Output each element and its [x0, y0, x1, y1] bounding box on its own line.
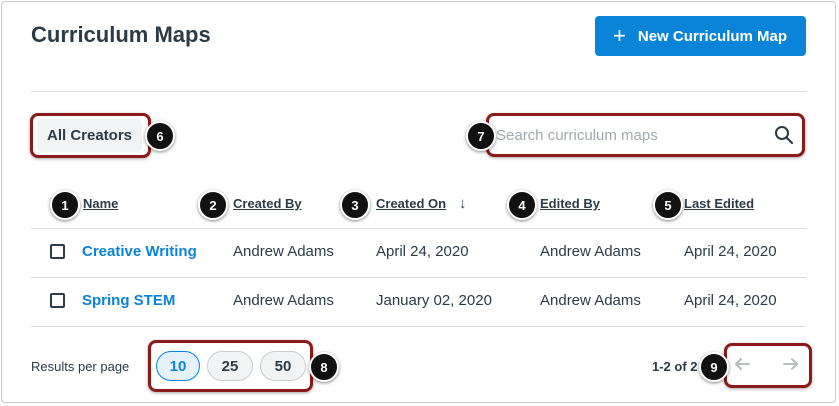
- page-size-25-button[interactable]: 25: [207, 351, 253, 381]
- column-header-edited-by[interactable]: Edited By: [540, 196, 600, 211]
- edited-by-cell: Andrew Adams: [540, 243, 641, 260]
- new-curriculum-map-button[interactable]: + New Curriculum Map: [595, 16, 806, 56]
- row-checkbox[interactable]: [50, 244, 65, 259]
- all-creators-label: All Creators: [46, 127, 133, 144]
- page-size-50-button[interactable]: 50: [260, 351, 306, 381]
- row-checkbox[interactable]: [50, 293, 65, 308]
- table-bottom-divider: [31, 326, 806, 327]
- created-on-cell: January 02, 2020: [376, 292, 492, 309]
- search-field[interactable]: [492, 118, 798, 152]
- arrow-right-icon[interactable]: [782, 355, 800, 378]
- curriculum-map-link[interactable]: Spring STEM: [82, 292, 175, 309]
- edited-by-cell: Andrew Adams: [540, 292, 641, 309]
- new-curriculum-map-label: New Curriculum Map: [637, 27, 788, 45]
- last-edited-cell: April 24, 2020: [684, 292, 777, 309]
- column-header-name[interactable]: Name: [83, 196, 118, 211]
- created-by-cell: Andrew Adams: [233, 292, 334, 309]
- annotation-badge-4: 4: [507, 190, 537, 220]
- annotation-badge-2: 2: [198, 190, 228, 220]
- created-by-cell: Andrew Adams: [233, 243, 334, 260]
- search-icon[interactable]: [774, 125, 794, 150]
- sort-descending-icon: ↓: [459, 195, 467, 212]
- annotation-badge-9: 9: [699, 352, 729, 382]
- column-header-created-by[interactable]: Created By: [233, 196, 302, 211]
- arrow-left-icon[interactable]: [733, 355, 751, 378]
- page-size-10-button[interactable]: 10: [156, 351, 200, 381]
- table-header-divider: [31, 228, 806, 229]
- row-divider: [31, 277, 806, 278]
- results-range-text: 1-2 of 2: [652, 359, 698, 374]
- column-header-last-edited[interactable]: Last Edited: [684, 196, 754, 211]
- annotation-badge-7: 7: [466, 121, 496, 151]
- header-divider: [31, 91, 806, 92]
- column-header-created-on[interactable]: Created On: [376, 196, 446, 211]
- annotation-badge-5: 5: [653, 190, 683, 220]
- curriculum-map-link[interactable]: Creative Writing: [82, 243, 197, 260]
- last-edited-cell: April 24, 2020: [684, 243, 777, 260]
- annotation-badge-6: 6: [145, 121, 175, 151]
- plus-icon: +: [613, 23, 626, 48]
- annotation-badge-3: 3: [340, 190, 370, 220]
- annotation-badge-8: 8: [309, 352, 339, 382]
- annotation-badge-1: 1: [50, 190, 80, 220]
- all-creators-filter-button[interactable]: All Creators: [37, 119, 142, 152]
- search-input[interactable]: [492, 125, 758, 145]
- created-on-cell: April 24, 2020: [376, 243, 469, 260]
- results-per-page-label: Results per page: [31, 359, 130, 374]
- page-title: Curriculum Maps: [31, 22, 211, 47]
